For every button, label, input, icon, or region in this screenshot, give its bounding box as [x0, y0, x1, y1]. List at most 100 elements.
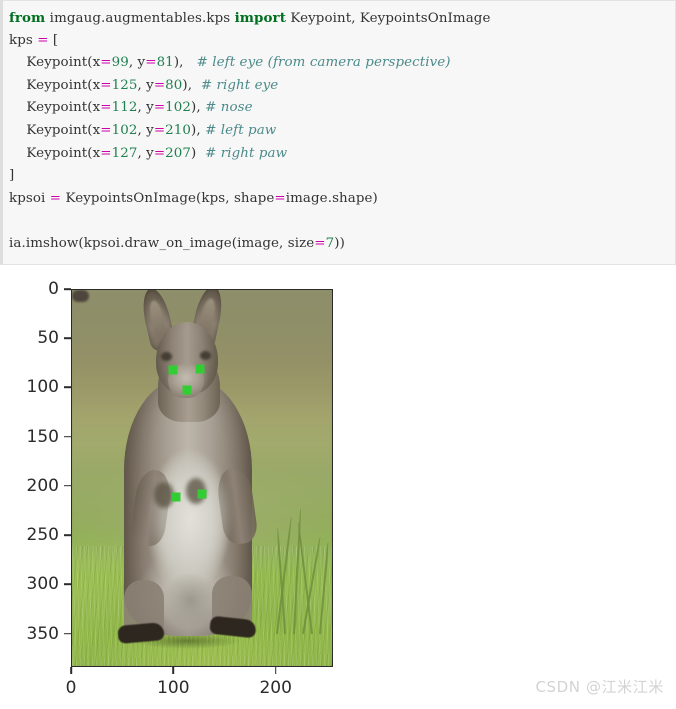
- code-line: Keypoint(x=102, y=210), # left paw: [9, 120, 675, 143]
- code-token-op: =: [153, 145, 166, 161]
- code-listing[interactable]: from imgaug.augmentables.kps import Keyp…: [9, 7, 675, 256]
- code-token-num: 207: [165, 145, 192, 161]
- code-line: Keypoint(x=112, y=102), # nose: [9, 97, 675, 120]
- code-token-op: =: [37, 32, 49, 48]
- code-token-plain: ]: [9, 168, 15, 184]
- y-tick-label: 250: [26, 525, 59, 546]
- y-tick-label: 150: [26, 426, 59, 447]
- nose-shading: [72, 290, 89, 302]
- code-token-num: 7: [325, 235, 335, 251]
- code-token-num: 112: [111, 100, 138, 116]
- code-token-cmt: # nose: [205, 100, 253, 116]
- code-token-plain: kps: [9, 32, 38, 48]
- code-token-num: 127: [111, 145, 138, 161]
- code-token-op: =: [100, 122, 112, 138]
- code-token-op: =: [153, 122, 166, 138]
- code-token-plain: , y: [137, 145, 154, 161]
- eye-right-shading: [200, 351, 211, 360]
- code-line: from imgaug.augmentables.kps import Keyp…: [9, 7, 675, 30]
- code-token-plain: , y: [128, 55, 146, 71]
- code-token-cmt: # left paw: [205, 122, 277, 138]
- matplotlib-figure: 0 50 100 150 200 250 300 350 0 100 200 CSDN @江米江米: [0, 265, 676, 709]
- y-tick-label: 100: [26, 377, 59, 398]
- keypoint-marker: [197, 489, 207, 499]
- code-token-num: 210: [165, 122, 192, 138]
- code-token-op: =: [100, 145, 112, 161]
- y-tick-mark: [64, 435, 71, 438]
- code-token-op: =: [145, 55, 157, 71]
- code-token-plain: Keypoint, KeypointsOnImage: [285, 11, 491, 26]
- code-token-cmt: # right paw: [205, 145, 288, 161]
- code-token-plain: Keypoint(x: [9, 145, 101, 161]
- code-token-op: =: [100, 100, 112, 116]
- code-token-num: 102: [165, 100, 192, 116]
- code-line: ]: [9, 165, 675, 188]
- code-token-plain: ): [191, 145, 206, 161]
- code-token-plain: Keypoint(x: [9, 77, 101, 93]
- y-tick-label: 200: [26, 475, 59, 496]
- y-tick-label: 350: [26, 623, 59, 644]
- code-token-plain: ),: [191, 100, 206, 116]
- code-token-plain: image.shape): [285, 190, 378, 206]
- code-token-plain: KeypointsOnImage(kps, shape: [61, 190, 275, 206]
- code-line: Keypoint(x=99, y=81), # left eye (from c…: [9, 52, 675, 75]
- y-tick-mark: [64, 534, 71, 536]
- code-block: from imgaug.augmentables.kps import Keyp…: [0, 0, 676, 265]
- code-token-kw: from: [9, 10, 46, 26]
- code-line: Keypoint(x=127, y=207) # right paw: [9, 143, 675, 166]
- code-token-cmt: # left eye (from camera perspective): [196, 55, 451, 71]
- code-token-op: =: [314, 235, 326, 251]
- code-line: ia.imshow(kpsoi.draw_on_image(image, siz…: [9, 233, 675, 256]
- code-token-plain: imgaug.augmentables.kps: [45, 11, 235, 26]
- watermark: CSDN @江米江米: [535, 678, 664, 696]
- x-tick-mark: [172, 667, 175, 674]
- code-token-op: =: [153, 100, 166, 116]
- code-token-plain: )): [334, 235, 345, 251]
- code-token-plain: Keypoint(x: [9, 122, 101, 138]
- x-tick-label: 200: [259, 678, 292, 698]
- code-token-op: =: [100, 55, 112, 71]
- code-token-num: 80: [165, 77, 183, 93]
- code-token-plain: , y: [137, 122, 154, 138]
- x-tick-mark: [274, 667, 277, 674]
- code-line: kpsoi = KeypointsOnImage(kps, shape=imag…: [9, 188, 675, 211]
- y-tick-mark: [64, 337, 71, 340]
- code-token-plain: ),: [182, 77, 201, 93]
- x-tick-label: 0: [65, 678, 77, 698]
- code-token-plain: Keypoint(x: [9, 100, 101, 116]
- code-token-op: =: [49, 190, 62, 206]
- code-line: Keypoint(x=125, y=80), # right eye: [9, 75, 675, 98]
- y-tick-mark: [64, 485, 71, 487]
- keypoint-marker: [195, 364, 205, 374]
- plot-axes-image: [71, 289, 333, 667]
- wallaby-subject: [72, 290, 332, 666]
- code-token-plain: ia.imshow(kpsoi.draw_on_image(image, siz…: [9, 235, 315, 251]
- y-tick-mark: [64, 288, 71, 290]
- code-token-op: =: [100, 77, 112, 93]
- y-tick-mark: [64, 386, 71, 389]
- y-tick-label: 0: [48, 279, 59, 299]
- code-token-cmt: # right eye: [200, 77, 279, 93]
- x-tick-label: 100: [157, 678, 190, 698]
- code-token-num: 102: [111, 122, 138, 138]
- keypoint-marker: [168, 365, 178, 375]
- code-token-plain: Keypoint(x: [9, 55, 101, 71]
- code-token-plain: ),: [173, 55, 197, 71]
- y-tick-mark: [64, 583, 71, 586]
- code-token-op: =: [153, 77, 166, 93]
- keypoint-marker: [182, 385, 192, 395]
- code-token-kw: import: [234, 10, 286, 26]
- code-token-plain: kpsoi: [9, 190, 50, 206]
- code-token-num: 81: [156, 55, 174, 71]
- code-token-plain: ),: [191, 122, 206, 138]
- code-token-num: 99: [111, 55, 129, 71]
- code-token-op: =: [274, 190, 286, 206]
- code-token-num: 125: [111, 77, 138, 93]
- code-token-plain: , y: [137, 77, 154, 93]
- code-token-plain: [: [48, 32, 59, 48]
- x-tick-mark: [70, 667, 72, 674]
- y-tick-mark: [64, 632, 71, 635]
- code-token-plain: , y: [137, 100, 154, 116]
- keypoint-marker: [171, 492, 181, 502]
